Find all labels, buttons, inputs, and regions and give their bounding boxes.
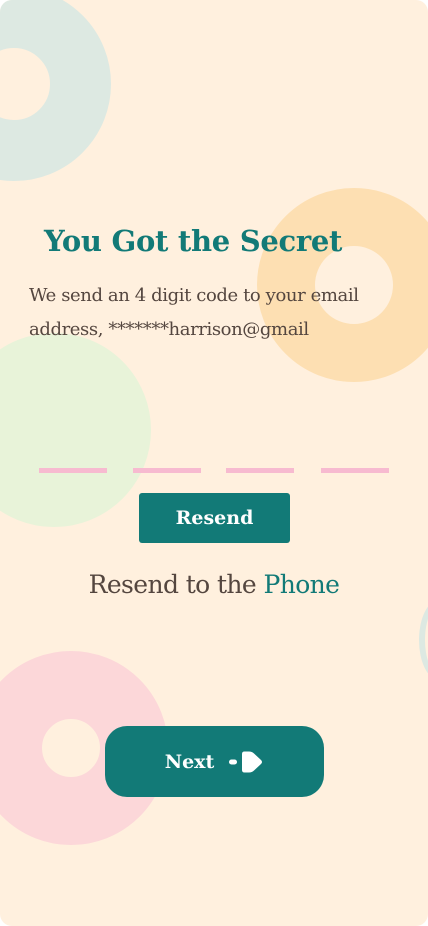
decor-ring-edge	[419, 600, 428, 680]
decor-ring-teal	[0, 0, 111, 181]
page-title: You Got the Secret	[44, 224, 343, 258]
resend-button[interactable]: Resend	[139, 493, 290, 543]
otp-digit-3[interactable]	[226, 452, 294, 473]
next-button-label: Next	[164, 750, 215, 773]
decor-circle-green	[0, 333, 151, 527]
resend-to-phone-text: Resend to the	[88, 570, 257, 599]
otp-digit-2[interactable]	[133, 452, 201, 473]
instruction-text: We send an 4 digit code to your email ad…	[29, 285, 359, 340]
next-button[interactable]: Next	[105, 726, 324, 797]
otp-digit-1[interactable]	[39, 452, 107, 473]
phone-link[interactable]: Phone	[263, 570, 339, 599]
resend-to-phone: Resend to the Phone	[0, 570, 428, 599]
otp-digit-4[interactable]	[321, 452, 389, 473]
otp-input-group	[39, 452, 391, 473]
arrow-right-icon	[228, 750, 264, 774]
otp-screen: You Got the Secret We send an 4 digit co…	[0, 0, 428, 926]
